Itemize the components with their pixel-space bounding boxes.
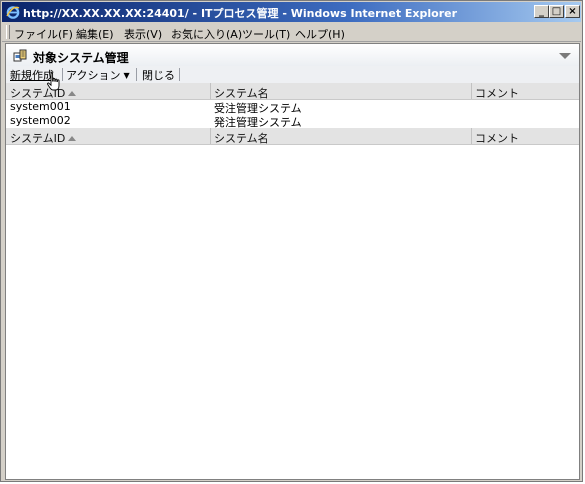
menu-file[interactable]: ファイル(F): [14, 26, 73, 42]
sort-ascending-icon: [68, 136, 77, 141]
column-header-system-id[interactable]: システムID: [10, 85, 77, 101]
table-footer-header: システムID システム名 コメント: [6, 128, 579, 145]
column-divider[interactable]: [210, 128, 211, 144]
toolbar-separator: [136, 68, 137, 81]
close-button[interactable]: ×: [565, 5, 580, 18]
column-header-comment[interactable]: コメント: [475, 130, 519, 146]
action-menu-button[interactable]: アクション ▼: [66, 67, 130, 83]
table-row[interactable]: system001 受注管理システム: [6, 100, 579, 115]
action-toolbar: 新規作成 アクション ▼ 閉じる: [6, 66, 579, 84]
column-divider[interactable]: [210, 83, 211, 99]
table-row[interactable]: system002 発注管理システム: [6, 114, 579, 129]
title-bar[interactable]: http://XX.XX.XX.XX:24401/ - ITプロセス管理 - W…: [2, 2, 581, 22]
column-header-system-name[interactable]: システム名: [214, 85, 269, 101]
hand-cursor-icon: [47, 72, 60, 91]
panel-header: 対象システム管理: [6, 44, 579, 66]
page-content: 対象システム管理 新規作成 アクション ▼ 閉じる システムID システム名 コメ…: [5, 43, 580, 480]
menu-tools[interactable]: ツール(T): [242, 26, 290, 42]
menu-edit[interactable]: 編集(E): [76, 26, 114, 42]
window-title: http://XX.XX.XX.XX:24401/ - ITプロセス管理 - W…: [23, 7, 458, 20]
close-page-button[interactable]: 閉じる: [142, 67, 175, 83]
menu-bar: ファイル(F) 編集(E) 表示(V) お気に入り(A) ツール(T) ヘルプ(…: [2, 22, 581, 42]
browser-window: http://XX.XX.XX.XX:24401/ - ITプロセス管理 - W…: [0, 0, 583, 482]
collapse-icon[interactable]: [559, 53, 571, 59]
column-label: システムID: [10, 132, 66, 145]
menu-grip: [6, 25, 10, 39]
page-title: 対象システム管理: [33, 51, 129, 65]
restore-button[interactable]: □: [549, 5, 564, 18]
table-header: システムID システム名 コメント: [6, 83, 579, 100]
cell-system-id: system001: [10, 100, 71, 113]
system-management-icon: [13, 49, 27, 62]
minimize-button[interactable]: _: [534, 5, 549, 18]
column-header-system-name[interactable]: システム名: [214, 130, 269, 146]
toolbar-separator: [179, 68, 180, 81]
sort-ascending-icon: [68, 91, 77, 96]
column-divider[interactable]: [471, 128, 472, 144]
cell-system-id: system002: [10, 114, 71, 127]
ie-icon: [6, 6, 20, 19]
menu-view[interactable]: 表示(V): [124, 26, 162, 42]
menu-favorites[interactable]: お気に入り(A): [171, 26, 242, 42]
toolbar-separator: [62, 68, 63, 81]
column-divider[interactable]: [471, 83, 472, 99]
column-header-comment[interactable]: コメント: [475, 85, 519, 101]
column-header-system-id[interactable]: システムID: [10, 130, 77, 146]
action-menu-label: アクション: [66, 69, 121, 82]
menu-help[interactable]: ヘルプ(H): [295, 26, 345, 42]
chevron-down-icon: ▼: [123, 71, 130, 80]
